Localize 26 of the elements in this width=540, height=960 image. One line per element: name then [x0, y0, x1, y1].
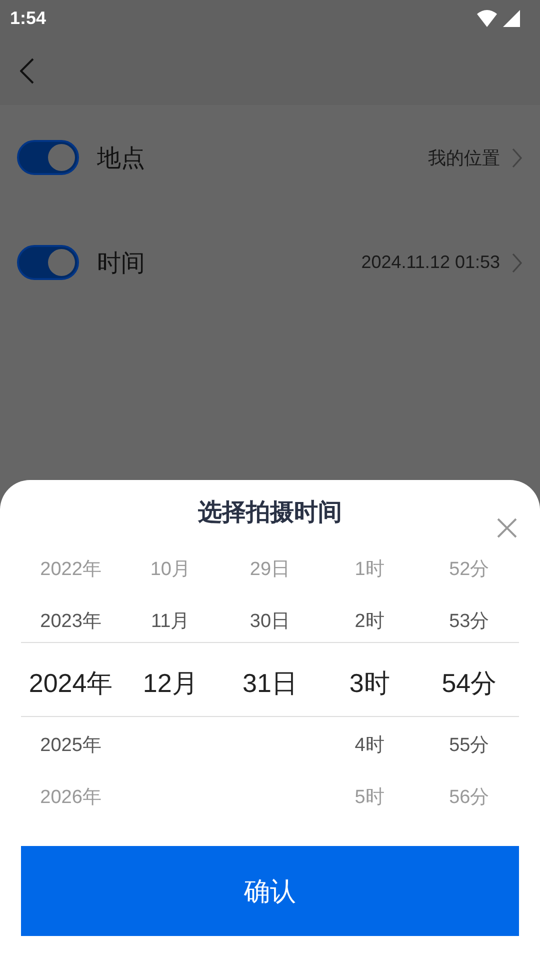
wheel-option[interactable]: 54分	[442, 666, 497, 700]
wheel-option[interactable]: 12月	[142, 666, 198, 700]
toggle-switch[interactable]	[17, 245, 79, 280]
wifi-icon	[477, 10, 497, 26]
wheel-option[interactable]: 2023年	[40, 608, 102, 634]
wheel-option[interactable]: 31日	[242, 666, 298, 700]
toggle-switch[interactable]	[17, 140, 79, 175]
wheel-option[interactable]: 2时	[354, 608, 384, 634]
wheel-option[interactable]: 11月	[151, 608, 190, 634]
chevron-right-icon[interactable]	[512, 252, 522, 272]
wheel-option[interactable]: 2025年	[40, 732, 102, 758]
close-icon[interactable]	[497, 518, 517, 538]
wheel-option[interactable]: 55分	[449, 732, 490, 758]
chevron-right-icon[interactable]	[512, 148, 522, 168]
wheel-option[interactable]: 53分	[449, 608, 490, 634]
wheel-option[interactable]: 30日	[250, 608, 290, 634]
back-icon[interactable]	[20, 58, 34, 84]
signal-icon	[503, 10, 520, 26]
confirm-button[interactable]: 确认	[21, 846, 519, 936]
wheel-option[interactable]: 3时	[349, 666, 390, 700]
status-time: 1:54	[10, 8, 46, 28]
wheel-option[interactable]: 4时	[354, 732, 384, 758]
setting-label: 时间	[97, 248, 146, 278]
wheel-option[interactable]: 2024年	[28, 666, 113, 700]
sheet-title: 选择拍摄时间	[198, 496, 342, 528]
setting-label: 地点	[97, 142, 146, 174]
